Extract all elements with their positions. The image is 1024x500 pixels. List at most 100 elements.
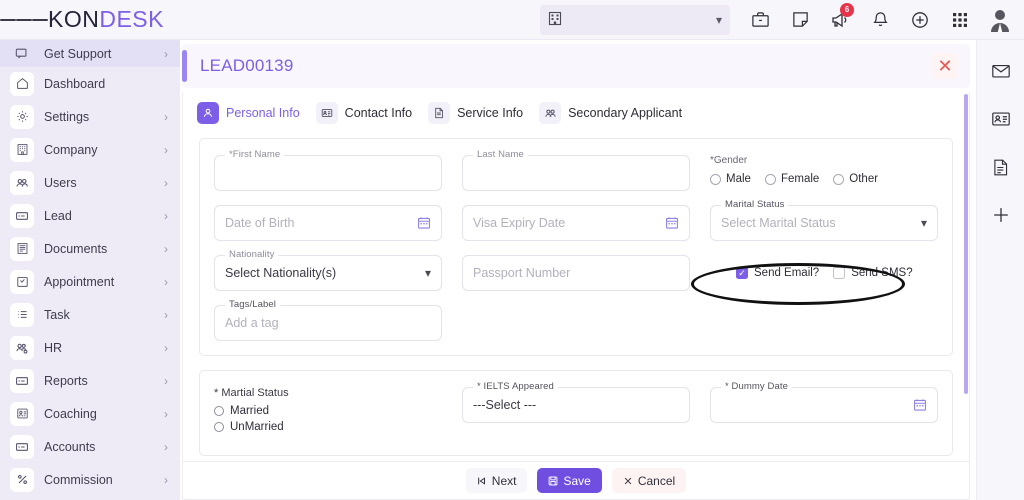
app-logo: KON DESK bbox=[48, 6, 164, 33]
panel-scrollbar[interactable] bbox=[964, 94, 968, 394]
tab-contact-info[interactable]: Contact Info bbox=[315, 102, 413, 124]
chevron-down-icon[interactable]: ▾ bbox=[921, 216, 927, 230]
calendar-icon[interactable] bbox=[416, 216, 431, 231]
chevron-right-icon: › bbox=[164, 439, 168, 454]
marital-status-placeholder: Select Marital Status bbox=[721, 216, 836, 230]
briefcase-icon[interactable] bbox=[740, 0, 780, 40]
page-title: LEAD00139 bbox=[200, 56, 294, 75]
calendar-icon[interactable] bbox=[912, 398, 927, 413]
gender-radio-male[interactable]: Male bbox=[710, 173, 751, 185]
tab-label: Contact Info bbox=[344, 106, 413, 120]
right-sidebar bbox=[976, 40, 1024, 500]
bell-icon[interactable] bbox=[860, 0, 900, 40]
radio-dot bbox=[214, 406, 224, 416]
next-button[interactable]: Next bbox=[465, 468, 528, 493]
grid-apps-icon[interactable] bbox=[940, 0, 980, 40]
calendar-icon[interactable] bbox=[664, 216, 679, 231]
lead-title-card: LEAD00139 ✕ bbox=[182, 44, 970, 88]
checkbox-box bbox=[833, 267, 846, 279]
sidebar-item-dashboard[interactable]: Dashboard bbox=[0, 67, 180, 100]
send-options-group: ✓ Send Email? Send SMS? bbox=[710, 255, 938, 291]
logo-text-kon: KON bbox=[48, 6, 100, 32]
sidebar-item-company[interactable]: Company › bbox=[0, 133, 180, 166]
documents-icon bbox=[10, 236, 34, 261]
logo-text-desk: DESK bbox=[99, 6, 164, 32]
lead-form-panel: Personal Info Contact Info Service Info bbox=[182, 92, 970, 500]
plus-icon[interactable] bbox=[988, 202, 1014, 228]
sidebar-item-get-support[interactable]: Get Support › bbox=[0, 40, 180, 67]
chevron-down-icon[interactable]: ▾ bbox=[425, 266, 431, 280]
mail-icon[interactable] bbox=[988, 58, 1014, 84]
tab-label: Secondary Applicant bbox=[568, 106, 683, 120]
sidebar-item-lead[interactable]: Lead › bbox=[0, 199, 180, 232]
sidebar-item-users[interactable]: Users › bbox=[0, 166, 180, 199]
nationality-field[interactable]: Nationality Select Nationality(s) ▾ bbox=[214, 249, 442, 291]
tags-label-field[interactable]: Tags/Label Add a tag bbox=[214, 299, 442, 341]
sidebar-label: Documents bbox=[44, 241, 108, 256]
last-name-field[interactable]: Last Name bbox=[462, 149, 690, 191]
close-icon[interactable]: ✕ bbox=[932, 53, 958, 79]
sidebar-label: Lead bbox=[44, 208, 72, 223]
nationality-col: Nationality Select Nationality(s) ▾ bbox=[214, 249, 442, 291]
sidebar-label: Coaching bbox=[44, 406, 97, 421]
first-name-field[interactable]: *First Name bbox=[214, 149, 442, 191]
plus-circle-icon[interactable] bbox=[900, 0, 940, 40]
company-selector-dropdown[interactable]: ▾ bbox=[540, 4, 730, 35]
sidebar-item-coaching[interactable]: Coaching › bbox=[0, 397, 180, 430]
date-of-birth-field[interactable]: Date of Birth bbox=[214, 205, 442, 241]
ielts-value: ---Select --- bbox=[473, 398, 537, 412]
tags-col: Tags/Label Add a tag bbox=[214, 299, 442, 341]
passport-number-field[interactable]: Passport Number bbox=[462, 255, 690, 291]
dummy-date-field[interactable]: * Dummy Date bbox=[710, 381, 938, 423]
sidebar-item-settings[interactable]: Settings › bbox=[0, 100, 180, 133]
radio-label: UnMarried bbox=[230, 421, 284, 433]
visa-expiry-placeholder: Visa Expiry Date bbox=[473, 216, 566, 230]
tab-personal-info[interactable]: Personal Info bbox=[197, 102, 300, 124]
send-sms-checkbox[interactable]: Send SMS? bbox=[833, 267, 913, 279]
x-icon bbox=[623, 476, 633, 486]
tab-service-info[interactable]: Service Info bbox=[428, 102, 523, 124]
sidebar-label: Accounts bbox=[44, 439, 96, 454]
hamburger-menu-icon[interactable] bbox=[0, 16, 48, 23]
save-button[interactable]: Save bbox=[537, 468, 602, 493]
sidebar-item-appointment[interactable]: Appointment › bbox=[0, 265, 180, 298]
gender-radio-other[interactable]: Other bbox=[833, 173, 878, 185]
martial-status2-radio-unmarried[interactable]: UnMarried bbox=[214, 421, 442, 433]
percent-icon bbox=[10, 467, 34, 492]
sidebar-label: Task bbox=[44, 307, 70, 322]
passport-col: Passport Number bbox=[462, 255, 690, 291]
sidebar-item-accounts[interactable]: Accounts › bbox=[0, 430, 180, 463]
send-sms-label: Send SMS? bbox=[851, 267, 913, 279]
save-icon bbox=[548, 476, 558, 486]
title-accent-bar bbox=[182, 50, 187, 82]
tags-label: Tags/Label bbox=[225, 299, 280, 310]
megaphone-icon[interactable]: 6 bbox=[820, 0, 860, 40]
building-icon bbox=[548, 11, 562, 29]
martial-status2-radio-married[interactable]: Married bbox=[214, 405, 442, 417]
note-icon[interactable] bbox=[780, 0, 820, 40]
send-email-checkbox[interactable]: ✓ Send Email? bbox=[736, 267, 819, 279]
cancel-button[interactable]: Cancel bbox=[611, 468, 687, 493]
sidebar-item-documents[interactable]: Documents › bbox=[0, 232, 180, 265]
header-icon-group: 6 bbox=[740, 0, 1024, 40]
tab-label: Personal Info bbox=[226, 106, 300, 120]
gender-radio-female[interactable]: Female bbox=[764, 173, 820, 185]
sidebar-item-task[interactable]: Task › bbox=[0, 298, 180, 331]
sidebar-item-reports[interactable]: Reports › bbox=[0, 364, 180, 397]
tab-secondary-applicant[interactable]: Secondary Applicant bbox=[539, 102, 682, 124]
chevron-right-icon: › bbox=[164, 340, 168, 355]
sidebar-label: Users bbox=[44, 175, 77, 190]
check-icon: ✓ bbox=[738, 267, 746, 278]
document-icon[interactable] bbox=[988, 154, 1014, 180]
radio-label: Female bbox=[780, 173, 820, 185]
sidebar-label: Appointment bbox=[44, 274, 115, 289]
app-root: KON DESK ▾ 6 Get Support › Dashboard Set… bbox=[0, 0, 1024, 500]
user-avatar-icon[interactable] bbox=[980, 0, 1020, 40]
id-card-icon[interactable] bbox=[988, 106, 1014, 132]
ielts-appeared-field[interactable]: * IELTS Appeared ---Select --- bbox=[462, 381, 690, 423]
marital-status-field[interactable]: Marital Status Select Marital Status ▾ bbox=[710, 199, 938, 241]
lead-tabs: Personal Info Contact Info Service Info bbox=[183, 92, 969, 132]
sidebar-item-hr[interactable]: HR › bbox=[0, 331, 180, 364]
sidebar-item-commission[interactable]: Commission › bbox=[0, 463, 180, 496]
visa-expiry-date-field[interactable]: Visa Expiry Date bbox=[462, 205, 690, 241]
